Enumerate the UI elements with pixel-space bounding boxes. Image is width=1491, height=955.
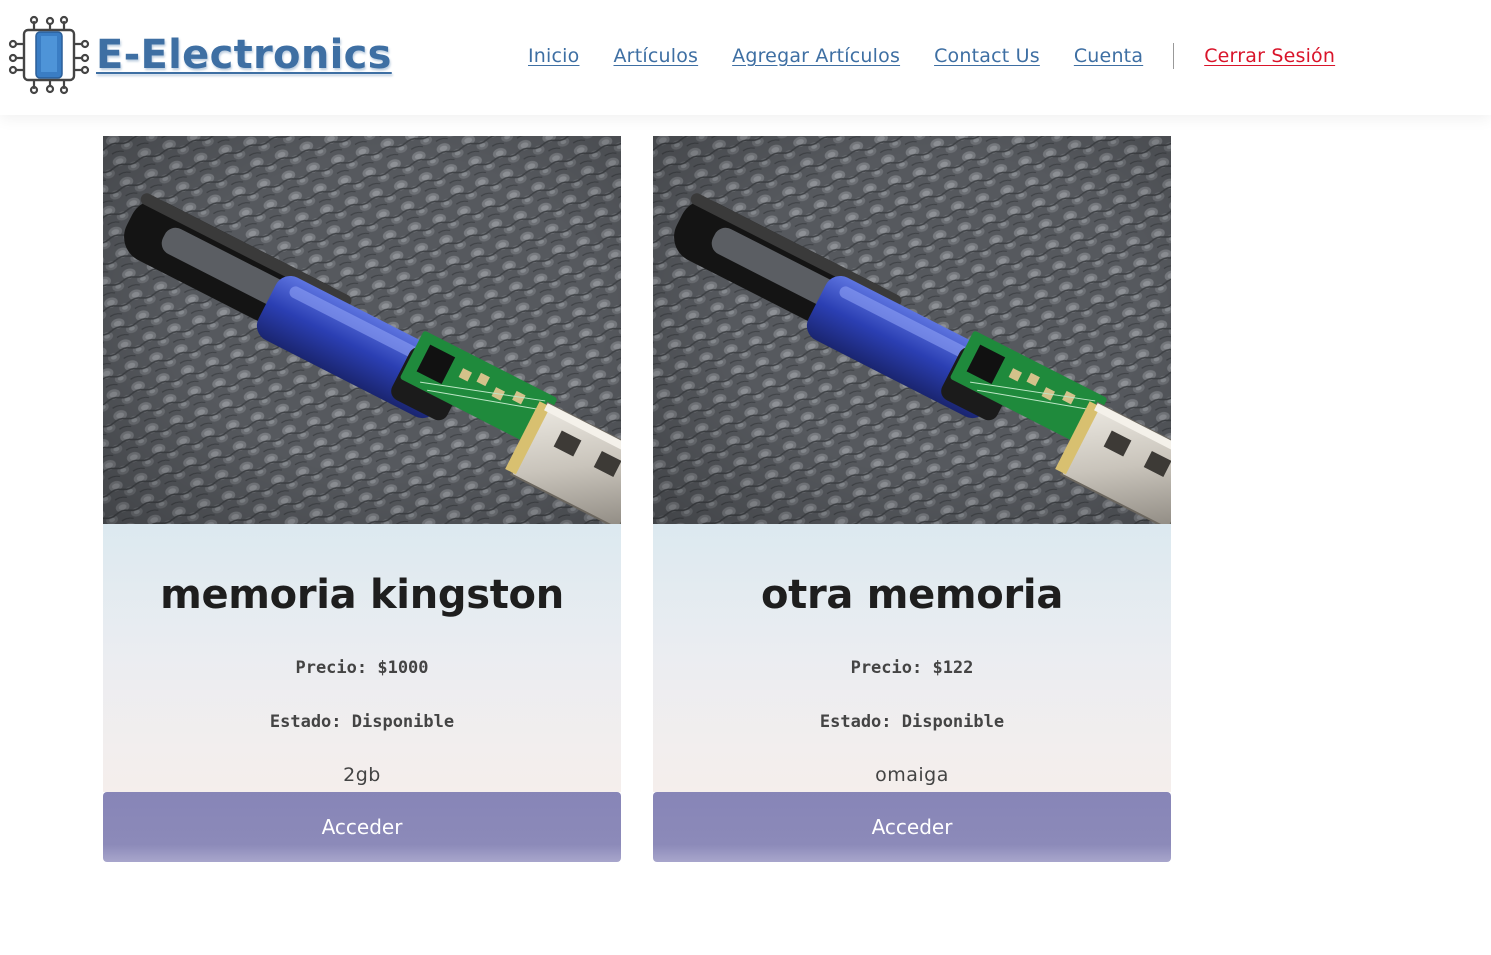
product-status: Estado: Disponible bbox=[819, 712, 1005, 732]
access-button[interactable]: Acceder bbox=[653, 792, 1171, 862]
brand-name: E-Electronics bbox=[96, 32, 392, 78]
product-info: otra memoria Precio: $122 Estado: Dispon… bbox=[653, 524, 1171, 792]
nav-articulos[interactable]: Artículos bbox=[613, 45, 698, 67]
site-header: E-Electronics Inicio Artículos Agregar A… bbox=[0, 0, 1491, 115]
nav-cuenta[interactable]: Cuenta bbox=[1074, 45, 1143, 67]
circuit-phone-icon bbox=[8, 15, 90, 95]
product-price: Precio: $1000 bbox=[295, 658, 429, 678]
product-title: otra memoria bbox=[760, 572, 1064, 618]
product-description: 2gb bbox=[343, 764, 381, 786]
product-card: otra memoria Precio: $122 Estado: Dispon… bbox=[653, 136, 1171, 862]
nav-inicio[interactable]: Inicio bbox=[528, 45, 579, 67]
nav-agregar-articulos[interactable]: Agregar Artículos bbox=[732, 45, 900, 67]
product-card: memoria kingston Precio: $1000 Estado: D… bbox=[103, 136, 621, 862]
nav-contact-us[interactable]: Contact Us bbox=[934, 45, 1040, 67]
product-image bbox=[103, 136, 621, 524]
access-button[interactable]: Acceder bbox=[103, 792, 621, 862]
product-price: Precio: $122 bbox=[850, 658, 974, 678]
product-image bbox=[653, 136, 1171, 524]
nav-separator bbox=[1173, 43, 1175, 69]
product-description: omaiga bbox=[875, 764, 949, 786]
main-nav: Inicio Artículos Agregar Artículos Conta… bbox=[528, 40, 1335, 72]
product-info: memoria kingston Precio: $1000 Estado: D… bbox=[103, 524, 621, 792]
logout-link[interactable]: Cerrar Sesión bbox=[1204, 45, 1335, 67]
product-status: Estado: Disponible bbox=[269, 712, 455, 732]
product-title: memoria kingston bbox=[160, 572, 564, 618]
brand-link[interactable]: E-Electronics bbox=[8, 14, 392, 96]
